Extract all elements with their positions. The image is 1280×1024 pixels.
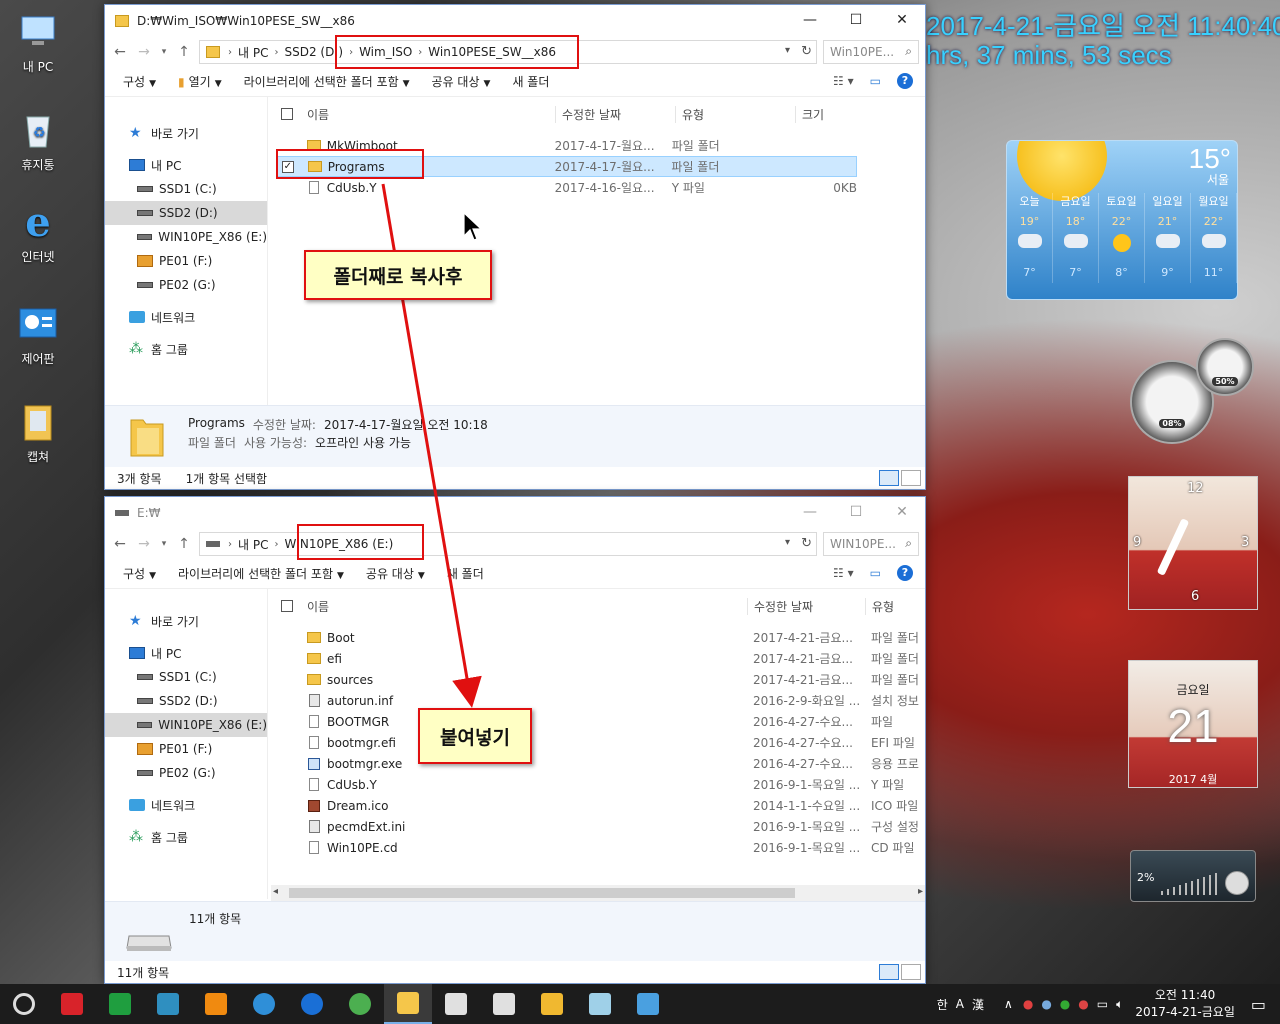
paste-instruction-note: 붙여넣기 [418, 708, 532, 764]
taskbar-photos-button[interactable] [624, 984, 672, 1024]
taskbar-clock[interactable]: 오전 11:40 2017-4-21-금요일 [1135, 987, 1235, 1021]
tray-app-icon[interactable]: ● [1041, 997, 1051, 1011]
taskbar-time: 오전 11:40 [1154, 988, 1216, 1002]
notes-icon [589, 993, 611, 1015]
taskbar-app-green-button[interactable] [96, 984, 144, 1024]
taskbar-internet-explorer-button[interactable] [240, 984, 288, 1024]
photos-icon [637, 993, 659, 1015]
store-icon [445, 993, 467, 1015]
taskbar-file-explorer-button[interactable] [384, 984, 432, 1024]
taskbar-app-teal-button[interactable] [144, 984, 192, 1024]
tray-app-icon[interactable]: ● [1078, 997, 1088, 1011]
taskbar-notes-button[interactable] [576, 984, 624, 1024]
taskbar-app-red-button[interactable] [48, 984, 96, 1024]
ime-hangul[interactable]: 한 [937, 996, 948, 1013]
annotation-arrow [381, 183, 482, 708]
app-teal-icon [157, 993, 179, 1015]
taskbar-chrome-button[interactable] [336, 984, 384, 1024]
taskbar-date: 2017-4-21-금요일 [1135, 1005, 1235, 1019]
app-green-icon [109, 993, 131, 1015]
taskbar-store-button[interactable] [432, 984, 480, 1024]
edge-icon [301, 993, 323, 1015]
taskbar-mail-button[interactable] [480, 984, 528, 1024]
chrome-icon [349, 993, 371, 1015]
taskbar-folder-button[interactable] [528, 984, 576, 1024]
app-orange-icon [205, 993, 227, 1015]
network-icon[interactable]: ▭ [1097, 997, 1108, 1011]
ime-hanja[interactable]: 漢 [972, 996, 984, 1013]
mouse-cursor-icon [463, 212, 483, 241]
volume-icon[interactable]: 🔈︎ [1116, 997, 1123, 1012]
taskbar-cortana-button[interactable] [0, 984, 48, 1024]
cortana-icon [13, 993, 35, 1015]
folder-icon [541, 993, 563, 1015]
notification-icon[interactable]: ▭ [1251, 995, 1266, 1014]
tray-app-icon[interactable]: ● [1060, 997, 1070, 1011]
system-tray: 한 A 漢 ∧ ● ● ● ● ▭ 🔈︎ 오전 11:40 2017-4-21-… [937, 984, 1280, 1024]
ime-alpha[interactable]: A [956, 997, 964, 1011]
internet-explorer-icon [253, 993, 275, 1015]
mail-icon [493, 993, 515, 1015]
tray-app-icon[interactable]: ● [1023, 997, 1033, 1011]
taskbar-edge-button[interactable] [288, 984, 336, 1024]
copy-instruction-note: 폴더째로 복사후 [304, 250, 492, 300]
tray-expand-icon[interactable]: ∧ [1004, 997, 1013, 1011]
app-red-icon [61, 993, 83, 1015]
taskbar-app-orange-button[interactable] [192, 984, 240, 1024]
file-explorer-icon [397, 992, 419, 1014]
taskbar: 한 A 漢 ∧ ● ● ● ● ▭ 🔈︎ 오전 11:40 2017-4-21-… [0, 984, 1280, 1024]
